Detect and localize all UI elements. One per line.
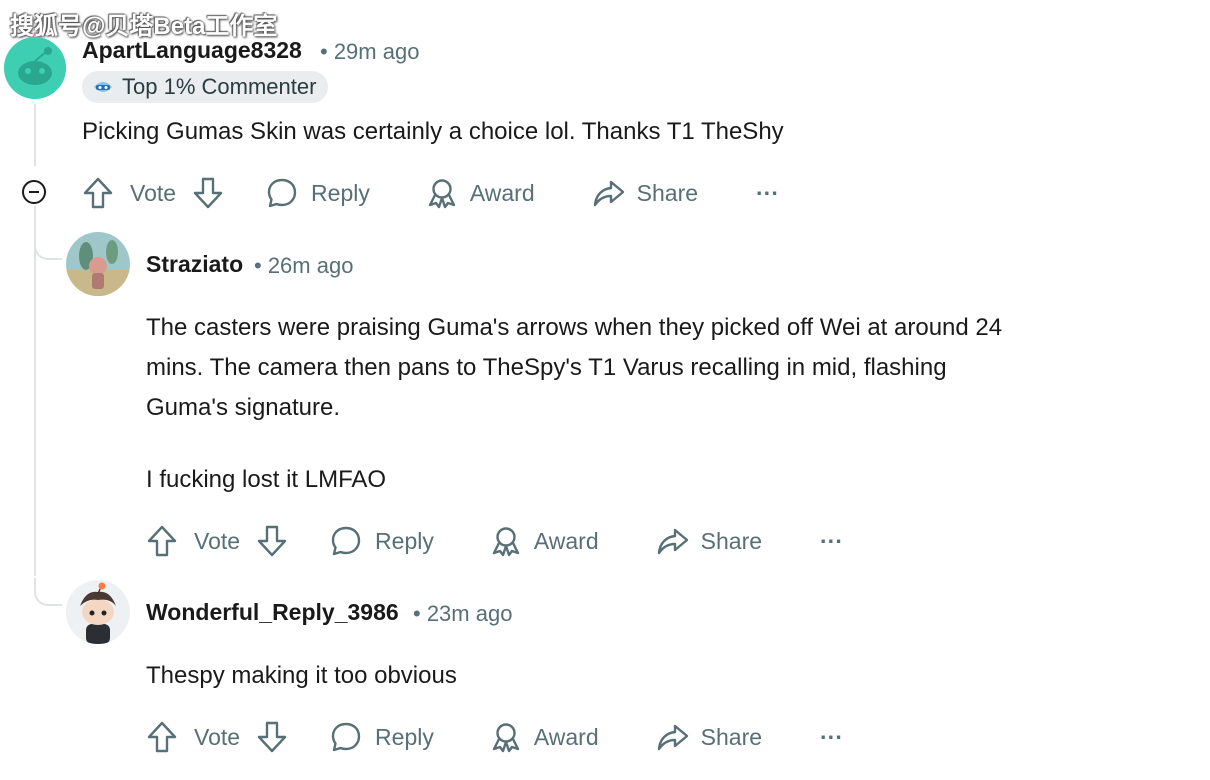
comment-timestamp[interactable]: • 26m ago [254,253,353,279]
award-label: Award [533,723,599,750]
comment-line: mins. The camera then pans to TheSpy's T… [146,354,947,381]
award-button[interactable]: Award [426,177,535,209]
award-button[interactable]: Award [490,721,599,753]
comment-bubble-icon [331,722,361,752]
award-label: Award [533,527,599,554]
thread-connector [34,578,62,606]
thread-line [34,104,36,166]
vote-count: Vote [194,723,241,750]
share-icon [657,724,688,751]
comment-body: The casters were praising Guma's arrows … [146,308,1186,500]
arrow-up-icon [147,525,177,557]
badge-icon [94,82,112,92]
arrow-down-icon [257,721,287,753]
comment-actions: Vote Reply Award Share ··· [146,717,843,757]
reply-button[interactable]: Reply [330,721,434,753]
downvote-button[interactable] [256,524,288,558]
commenter-badge: Top 1% Commenter [82,71,329,103]
comment-actions: Vote Reply Award Share ··· [146,521,843,561]
award-button[interactable]: Award [490,525,599,557]
comment-timestamp[interactable]: • 23m ago [413,601,512,627]
award-icon [428,179,456,209]
upvote-button[interactable] [146,720,178,754]
share-label: Share [700,723,763,750]
share-label: Share [636,179,699,206]
share-icon [593,180,624,207]
user-avatar-icon [66,232,130,296]
comment-username[interactable]: Wonderful_Reply_3986 [146,599,399,626]
award-icon [492,527,520,557]
arrow-up-icon [147,721,177,753]
upvote-button[interactable] [82,176,114,210]
arrow-down-icon [193,177,223,209]
badge-label: Top 1% Commenter [122,74,317,99]
downvote-button[interactable] [192,176,224,210]
more-options-button[interactable]: ··· [756,180,779,207]
more-options-button[interactable]: ··· [820,528,843,555]
comment-actions: Vote Reply Award Share ··· [82,173,779,213]
reply-label: Reply [375,723,434,750]
upvote-button[interactable] [146,524,178,558]
avatar[interactable] [66,232,130,296]
vote-count: Vote [130,179,177,206]
comment-bubble-icon [331,526,361,556]
comment-line: Guma's signature. [146,394,341,421]
reply-label: Reply [311,179,370,206]
vote-count: Vote [194,527,241,554]
arrow-up-icon [83,177,113,209]
share-label: Share [700,527,763,554]
share-icon [657,528,688,555]
thread-connector [34,232,62,260]
watermark: 搜狐号@贝塔Beta工作室 [10,13,278,40]
comment-body: Picking Gumas Skin was certainly a choic… [82,118,784,145]
comment-line: The casters were praising Guma's arrows … [146,314,1003,341]
thread-line [34,206,36,576]
share-button[interactable]: Share [657,721,762,753]
reply-button[interactable]: Reply [266,177,370,209]
reply-label: Reply [375,527,434,554]
award-label: Award [469,179,535,206]
comment-body: Thespy making it too obvious [146,662,457,689]
award-icon [492,723,520,753]
comment-timestamp[interactable]: • 29m ago [320,39,419,65]
arrow-down-icon [257,525,287,557]
snoo-avatar-icon [4,37,66,99]
snoo-avatar-icon [66,580,130,644]
comment-bubble-icon [267,178,297,208]
comment-username[interactable]: Straziato [146,251,243,278]
avatar[interactable] [4,37,66,99]
avatar[interactable] [66,580,130,644]
share-button[interactable]: Share [593,177,698,209]
comment-username[interactable]: ApartLanguage8328 [82,37,302,64]
comment-line: I fucking lost it LMFAO [146,466,387,493]
share-button[interactable]: Share [657,525,762,557]
reply-button[interactable]: Reply [330,525,434,557]
collapse-thread-button[interactable] [22,180,46,204]
more-options-button[interactable]: ··· [820,724,843,751]
downvote-button[interactable] [256,720,288,754]
